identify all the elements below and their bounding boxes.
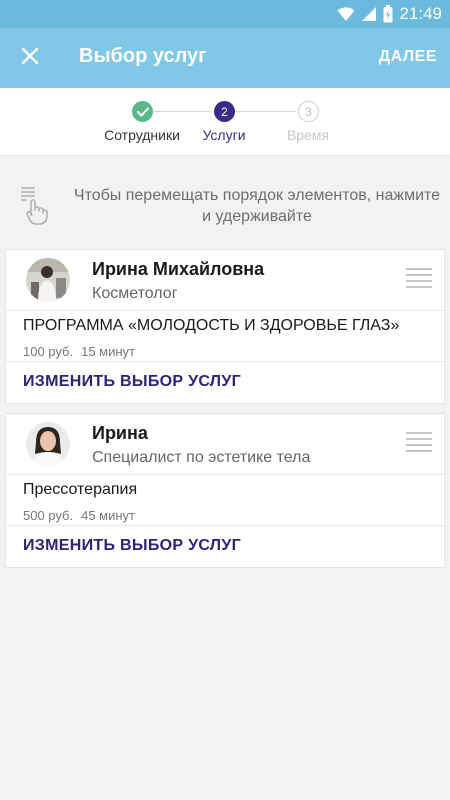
- step-done-icon: [132, 101, 153, 122]
- service-card[interactable]: Ирина Специалист по эстетике тела Прессо…: [5, 413, 445, 568]
- divider: [6, 361, 444, 362]
- battery-icon: [383, 5, 393, 23]
- signal-icon: [361, 6, 377, 22]
- step-number-services: 2: [214, 101, 235, 122]
- touch-hold-icon: [18, 185, 48, 230]
- step-label-employees: Сотрудники: [104, 127, 180, 143]
- next-button[interactable]: ДАЛЕЕ: [379, 48, 437, 66]
- stepper: Сотрудники 2 Услуги 3 Время: [0, 88, 450, 156]
- drag-handle-icon[interactable]: [406, 432, 432, 456]
- divider: [6, 474, 444, 475]
- close-icon: [21, 47, 39, 70]
- step-label-time: Время: [286, 127, 330, 143]
- step-number-time: 3: [298, 101, 319, 122]
- step-connector: [236, 111, 296, 112]
- step-label-services: Услуги: [202, 127, 246, 143]
- wifi-icon: [337, 6, 355, 22]
- step-connector: [154, 111, 210, 112]
- service-meta: 100 руб. 15 минут: [23, 344, 135, 359]
- change-services-button[interactable]: ИЗМЕНИТЬ ВЫБОР УСЛУГ: [23, 537, 241, 555]
- avatar: [26, 258, 70, 302]
- status-bar: 21:49: [0, 0, 450, 28]
- divider: [6, 525, 444, 526]
- employee-role: Специалист по эстетике тела: [92, 449, 311, 466]
- service-name: ПРОГРАММА «МОЛОДОСТЬ И ЗДОРОВЬЕ ГЛАЗ»: [23, 317, 400, 334]
- close-button[interactable]: [14, 42, 46, 74]
- page-title: Выбор услуг: [79, 45, 207, 67]
- service-price: 500 руб.: [23, 508, 74, 523]
- reorder-hint: Чтобы перемещать порядок элементов, нажм…: [0, 157, 450, 247]
- service-duration: 15 минут: [81, 344, 135, 359]
- employee-name: Ирина: [92, 423, 148, 443]
- employee-name: Ирина Михайловна: [92, 259, 265, 279]
- clock: 21:49: [399, 4, 442, 23]
- employee-role: Косметолог: [92, 285, 178, 302]
- service-price: 100 руб.: [23, 344, 74, 359]
- change-services-button[interactable]: ИЗМЕНИТЬ ВЫБОР УСЛУГ: [23, 373, 241, 391]
- app-bar: Выбор услуг ДАЛЕЕ: [0, 28, 450, 88]
- service-duration: 45 минут: [81, 508, 135, 523]
- service-card[interactable]: Ирина Михайловна Косметолог ПРОГРАММА «М…: [5, 249, 445, 404]
- service-meta: 500 руб. 45 минут: [23, 508, 135, 523]
- service-name: Прессотерапия: [23, 481, 138, 498]
- avatar: [26, 422, 70, 466]
- hint-text: Чтобы перемещать порядок элементов, нажм…: [73, 187, 441, 225]
- divider: [6, 310, 444, 311]
- drag-handle-icon[interactable]: [406, 268, 432, 292]
